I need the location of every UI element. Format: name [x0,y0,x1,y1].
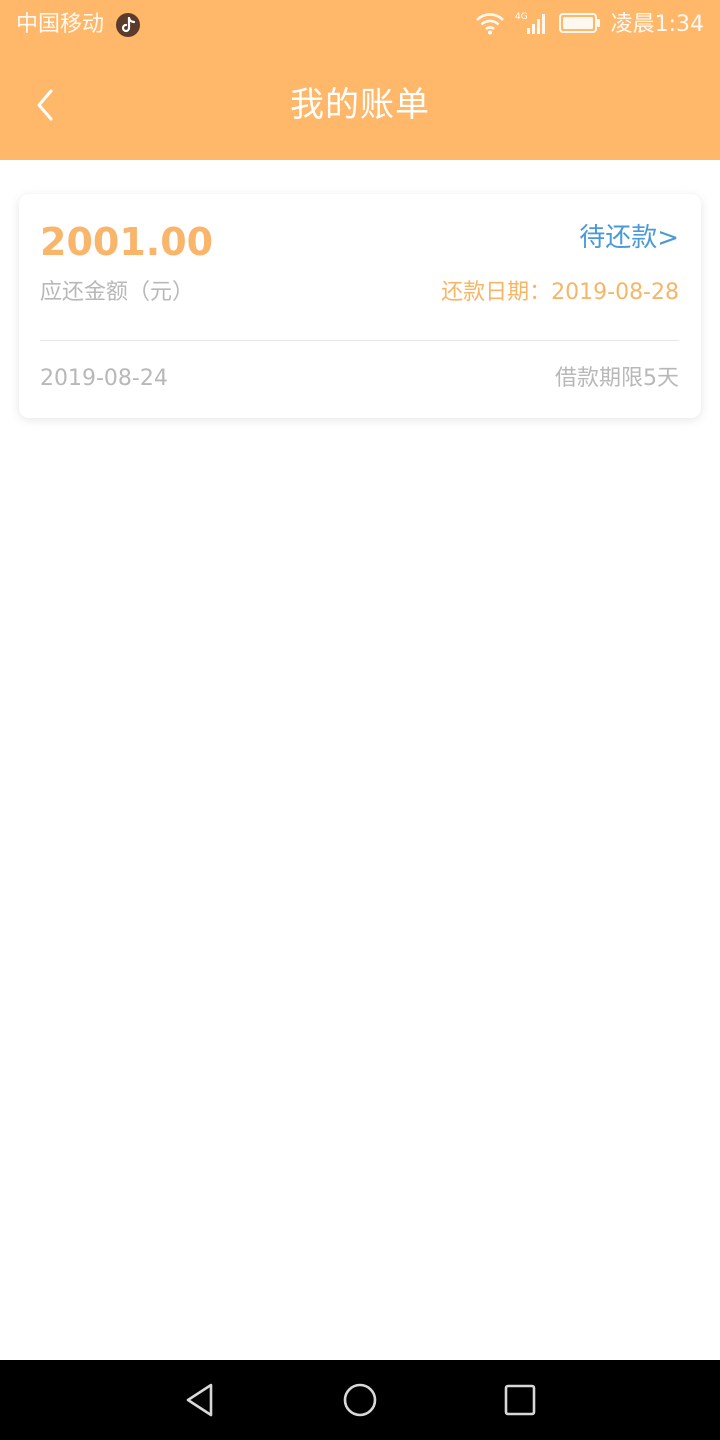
nav-home-icon [343,1383,377,1417]
tiktok-notification-icon [116,13,140,37]
bill-amount: 2001.00 [40,220,214,264]
nav-back-icon [186,1383,213,1417]
due-date: 还款日期：2019-08-28 [441,280,679,305]
pending-repayment-link[interactable]: 待还款> [579,218,679,258]
signal-icon: 4G [515,10,549,40]
nav-back-button[interactable] [180,1380,220,1420]
page-title: 我的账单 [290,85,430,125]
loan-term: 借款期限5天 [555,366,679,391]
wifi-icon [475,11,505,39]
nav-recent-apps-button[interactable] [500,1380,540,1420]
loan-date: 2019-08-24 [40,366,168,391]
carrier-name: 中国移动 [16,12,105,37]
status-indicators: 4G 凌晨1:34 [475,10,704,40]
back-arrow-icon [37,89,53,121]
header: 中国移动 4G 凌晨1:34 我的账单 [0,0,720,160]
battery-icon [558,12,601,38]
clock: 凌晨1:34 [610,12,704,37]
back-button[interactable] [20,80,70,130]
status-bar: 中国移动 4G 凌晨1:34 [0,0,720,50]
amount-label: 应还金额（元） [40,280,195,305]
network-type-label: 4G [515,12,528,22]
system-navigation-bar [0,1360,720,1440]
nav-recent-icon [504,1384,536,1416]
bill-card[interactable]: 2001.00 待还款> 应还金额（元） 还款日期：2019-08-28 201… [19,194,701,418]
app-bar: 我的账单 [0,60,720,150]
nav-home-button[interactable] [340,1380,380,1420]
card-divider [40,340,679,341]
